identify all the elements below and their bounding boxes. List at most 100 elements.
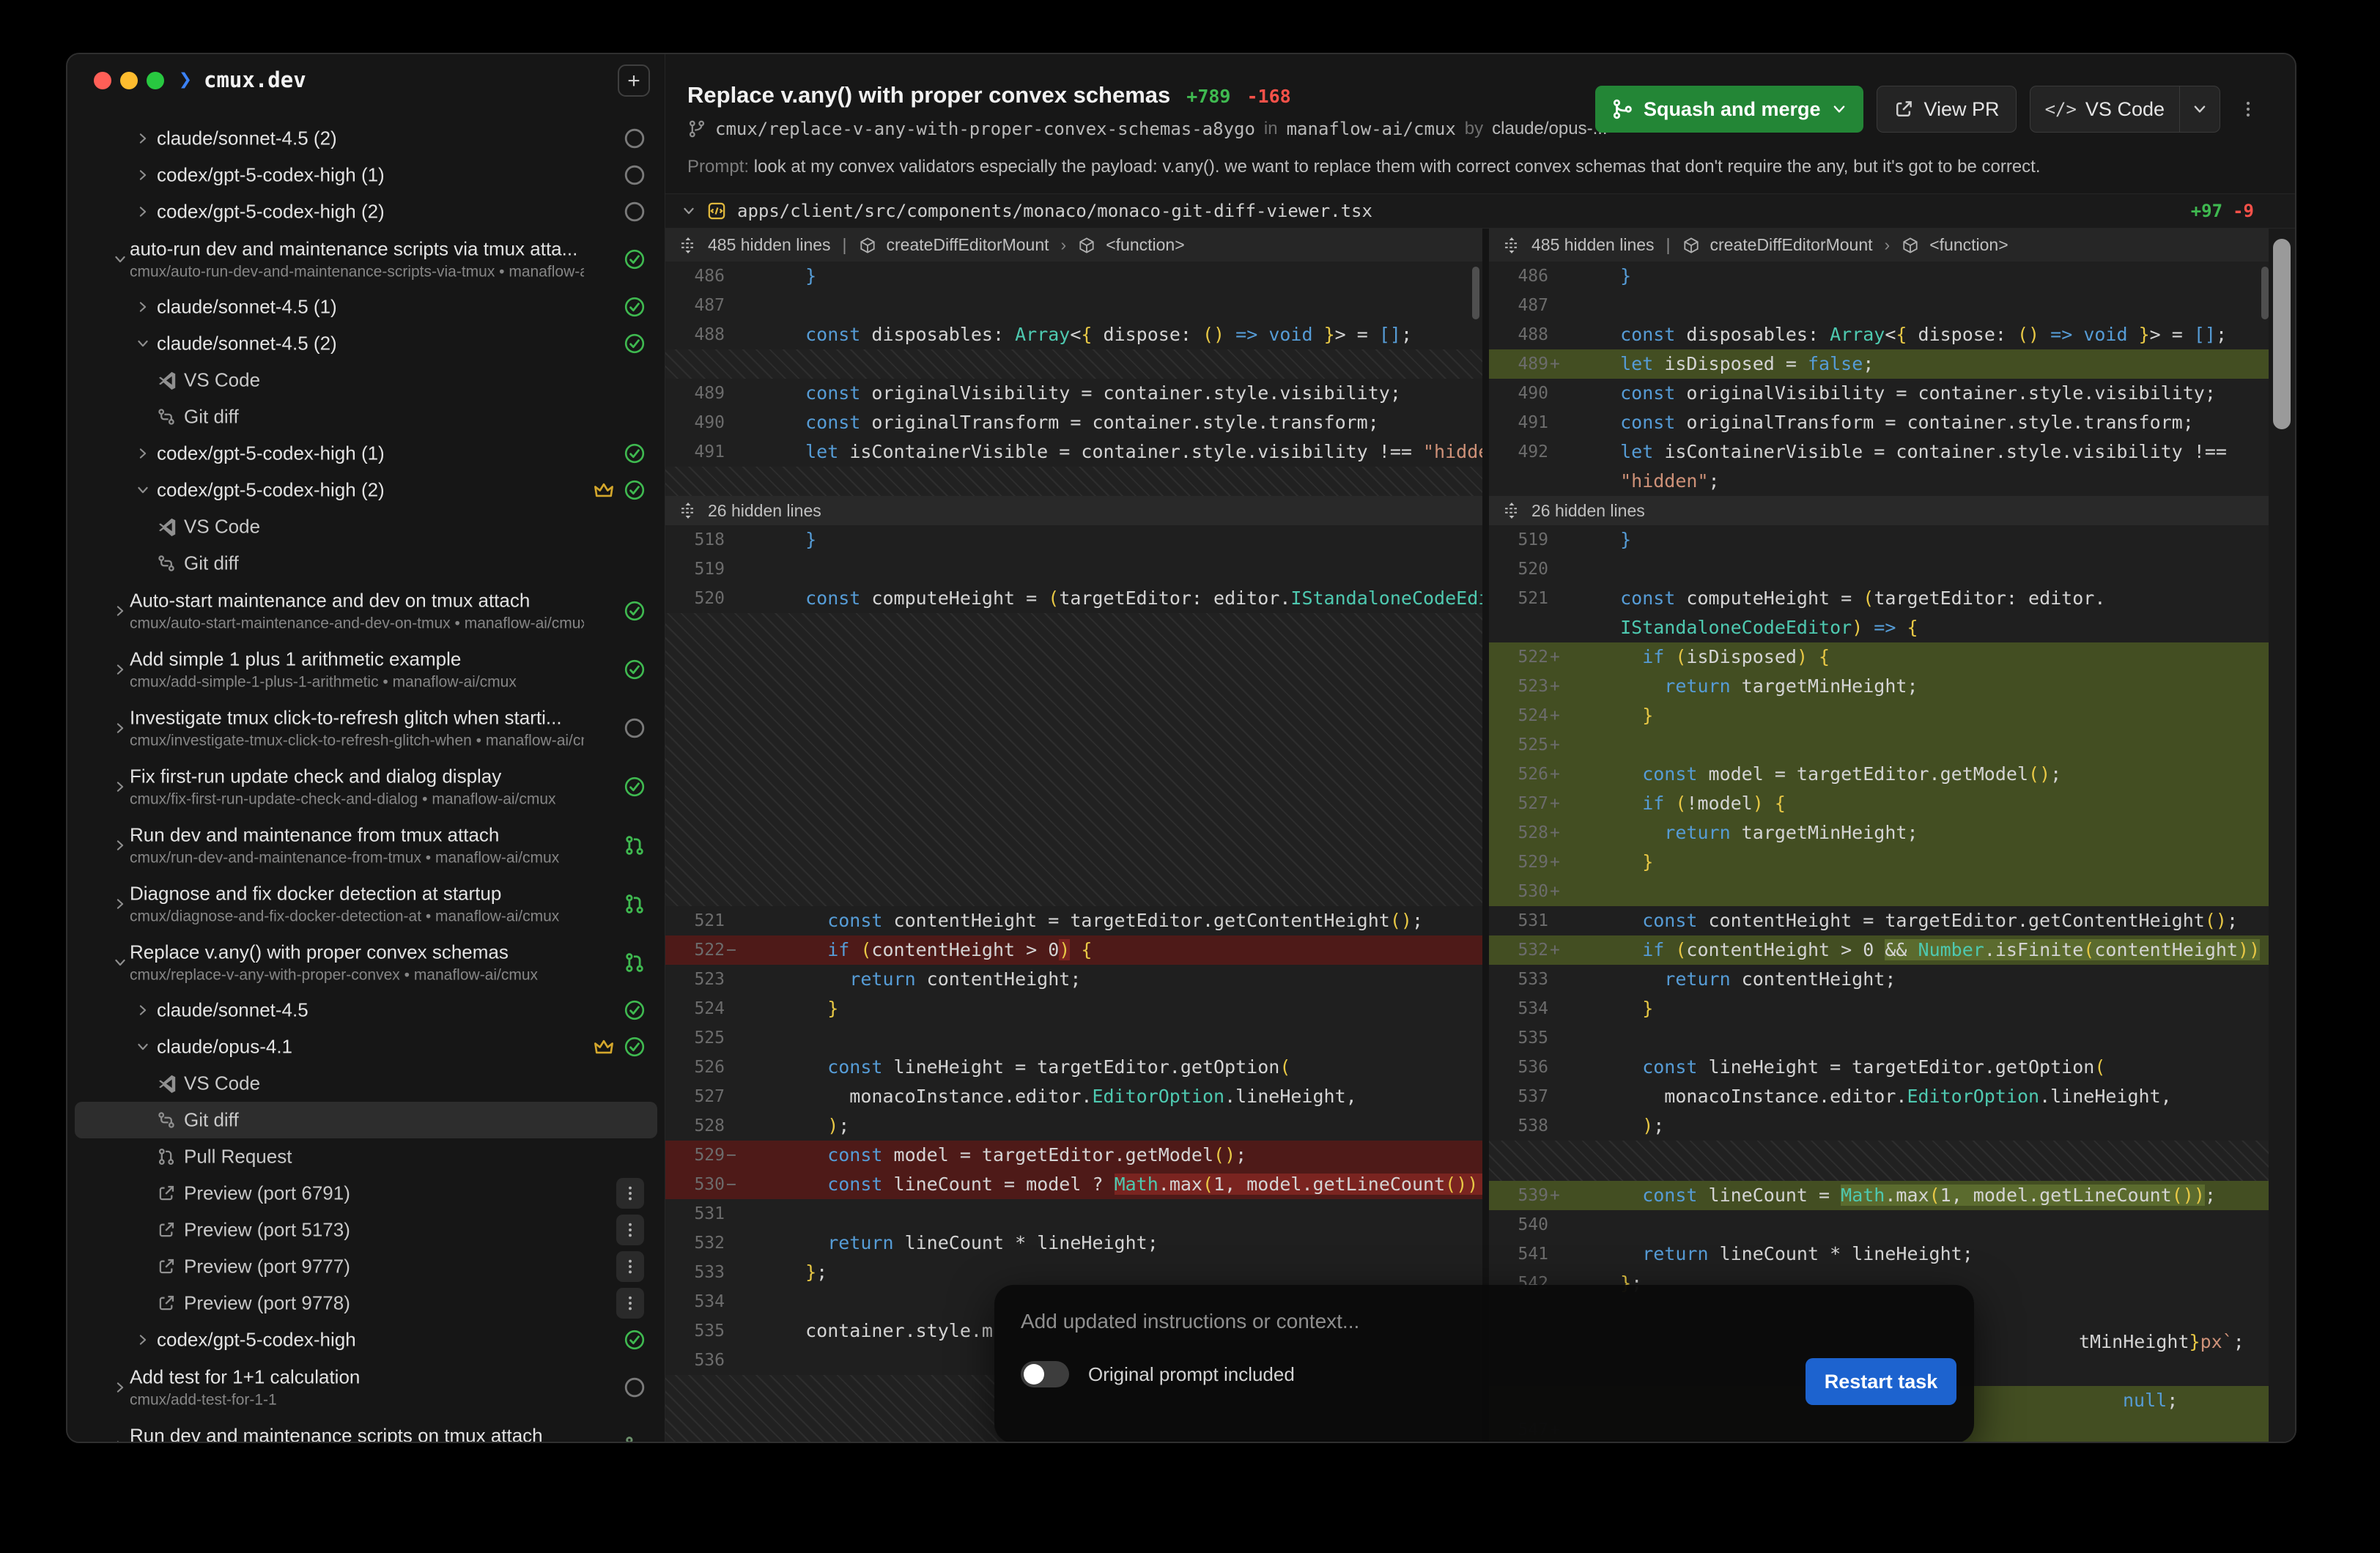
line-number: 531 xyxy=(1489,906,1548,935)
chevron-right-icon[interactable] xyxy=(136,168,150,182)
line-number: 529 xyxy=(665,1141,725,1170)
preview-item[interactable]: Preview (port 9777) xyxy=(67,1248,665,1285)
window-minimize-button[interactable] xyxy=(120,72,138,89)
window-zoom-button[interactable] xyxy=(147,72,164,89)
status-complete-icon xyxy=(624,600,646,622)
tool-item[interactable]: VS Code xyxy=(67,508,665,545)
chevron-right-icon[interactable] xyxy=(113,1380,128,1395)
chevron-right-icon[interactable] xyxy=(136,1003,150,1018)
squash-and-merge-button[interactable]: Squash and merge xyxy=(1595,86,1863,133)
hidden-lines-bar[interactable]: 26 hidden lines xyxy=(665,496,1482,525)
window-close-button[interactable] xyxy=(94,72,111,89)
header-overflow-menu-button[interactable] xyxy=(2233,86,2263,133)
scrollbar[interactable] xyxy=(2269,229,2295,1442)
view-pr-button[interactable]: View PR xyxy=(1877,86,2017,133)
task-item[interactable]: Diagnose and fix docker detection at sta… xyxy=(67,875,665,933)
chevron-right-icon[interactable] xyxy=(136,131,150,146)
chevron-right-icon[interactable] xyxy=(136,204,150,219)
editor-scrollbar-thumb[interactable] xyxy=(2261,267,2269,319)
task-item[interactable]: Auto-start maintenance and dev on tmux a… xyxy=(67,582,665,640)
chevron-down-icon[interactable] xyxy=(113,252,128,267)
new-task-button[interactable]: + xyxy=(618,64,650,97)
scrollbar-thumb[interactable] xyxy=(2273,239,2291,429)
agent-branch-item[interactable]: claude/sonnet-4.5 (1) xyxy=(67,289,665,325)
preview-menu-button[interactable] xyxy=(616,1215,644,1245)
task-list: claude/sonnet-4.5 (2)codex/gpt-5-codex-h… xyxy=(67,120,665,1442)
vscode-dropdown-button[interactable] xyxy=(2180,86,2220,132)
hidden-lines-bar[interactable]: 26 hidden lines xyxy=(1489,496,2272,525)
item-label: Fix first-run update check and dialog di… xyxy=(130,766,584,788)
chevron-down-icon[interactable] xyxy=(113,955,128,970)
agent-branch-item[interactable]: claude/sonnet-4.5 (2) xyxy=(67,120,665,157)
tool-item[interactable]: VS Code xyxy=(67,362,665,399)
task-item[interactable]: Run dev and maintenance scripts on tmux … xyxy=(67,1417,665,1442)
tool-item[interactable]: Pull Request xyxy=(67,1138,665,1175)
chevron-right-icon[interactable] xyxy=(113,779,128,794)
agent-name[interactable]: claude/opus-... xyxy=(1492,119,1607,139)
item-sublabel: cmux/add-simple-1-plus-1-arithmetic • ma… xyxy=(130,674,584,692)
chevron-down-icon[interactable] xyxy=(136,336,150,351)
diff-modified-pane[interactable]: 485 hidden lines|createDiffEditorMount›<… xyxy=(1489,229,2272,1442)
file-header[interactable]: apps/client/src/components/monaco/monaco… xyxy=(665,193,2295,229)
task-item[interactable]: Run dev and maintenance from tmux attach… xyxy=(67,816,665,875)
hidden-lines-header[interactable]: 485 hidden lines|createDiffEditorMount›<… xyxy=(1489,229,2272,262)
line-number: 522 xyxy=(1489,642,1548,672)
chevron-right-icon[interactable] xyxy=(136,446,150,461)
task-item[interactable]: Add simple 1 plus 1 arithmetic examplecm… xyxy=(67,640,665,699)
chevron-right-icon[interactable] xyxy=(113,662,128,677)
preview-menu-button[interactable] xyxy=(616,1178,644,1209)
instructions-input[interactable]: Add updated instructions or context... xyxy=(1021,1310,1359,1333)
task-item[interactable]: auto-run dev and maintenance scripts via… xyxy=(67,230,665,289)
chevron-right-icon[interactable] xyxy=(113,897,128,911)
chevron-right-icon[interactable] xyxy=(136,1333,150,1347)
task-item[interactable]: Investigate tmux click-to-refresh glitch… xyxy=(67,699,665,757)
task-item[interactable]: Add test for 1+1 calculationcmux/add-tes… xyxy=(67,1358,665,1417)
agent-branch-item[interactable]: claude/opus-4.1 xyxy=(67,1028,665,1065)
chevron-down-icon[interactable] xyxy=(1831,101,1847,117)
chevron-right-icon[interactable] xyxy=(113,721,128,735)
preview-item[interactable]: Preview (port 5173) xyxy=(67,1212,665,1248)
chevron-down-icon[interactable] xyxy=(136,1039,150,1054)
chevron-right-icon[interactable] xyxy=(113,604,128,618)
agent-branch-item[interactable]: codex/gpt-5-codex-high (1) xyxy=(67,435,665,472)
code-line: 486 } xyxy=(665,262,1482,291)
line-number: 535 xyxy=(665,1316,725,1346)
line-number: 536 xyxy=(665,1346,725,1375)
agent-branch-item[interactable]: codex/gpt-5-codex-high (2) xyxy=(67,472,665,508)
chevron-down-icon[interactable] xyxy=(136,483,150,497)
squash-merge-label: Squash and merge xyxy=(1644,98,1821,121)
preview-menu-button[interactable] xyxy=(616,1288,644,1319)
editor-scrollbar-thumb[interactable] xyxy=(1472,267,1479,319)
diff-original-pane[interactable]: 485 hidden lines|createDiffEditorMount›<… xyxy=(665,229,1482,1442)
agent-branch-item[interactable]: codex/gpt-5-codex-high xyxy=(67,1322,665,1358)
code-line: 536 const lineHeight = targetEditor.getO… xyxy=(1489,1053,2272,1082)
preview-item[interactable]: Preview (port 6791) xyxy=(67,1175,665,1212)
tool-item[interactable]: Git diff xyxy=(67,399,665,435)
chevron-right-icon[interactable] xyxy=(113,838,128,853)
code-line: 527 monacoInstance.editor.EditorOption.l… xyxy=(665,1082,1482,1111)
chevron-down-icon[interactable] xyxy=(681,204,696,218)
chevron-right-icon[interactable] xyxy=(136,300,150,314)
line-number: 528 xyxy=(1489,818,1548,848)
task-item[interactable]: Fix first-run update check and dialog di… xyxy=(67,757,665,816)
agent-branch-item[interactable]: codex/gpt-5-codex-high (2) xyxy=(67,193,665,230)
tool-item[interactable]: Git diff xyxy=(67,545,665,582)
agent-branch-item[interactable]: codex/gpt-5-codex-high (1) xyxy=(67,157,665,193)
task-item[interactable]: Replace v.any() with proper convex schem… xyxy=(67,933,665,992)
tool-item[interactable]: Git diff xyxy=(75,1102,657,1138)
preview-menu-button[interactable] xyxy=(616,1251,644,1282)
hidden-lines-header[interactable]: 485 hidden lines|createDiffEditorMount›<… xyxy=(665,229,1482,262)
restart-task-button[interactable]: Restart task xyxy=(1806,1358,1956,1405)
agent-branch-item[interactable]: claude/sonnet-4.5 xyxy=(67,992,665,1028)
repo-name[interactable]: manaflow-ai/cmux xyxy=(1287,119,1456,139)
preview-item[interactable]: Preview (port 9778) xyxy=(67,1285,665,1322)
original-prompt-toggle[interactable] xyxy=(1021,1361,1069,1387)
chevron-right-icon[interactable] xyxy=(113,1439,128,1442)
code-line: 526 const lineHeight = targetEditor.getO… xyxy=(665,1053,1482,1082)
open-vscode-button[interactable]: </> VS Code xyxy=(2030,86,2179,132)
tool-item[interactable]: VS Code xyxy=(67,1065,665,1102)
status-pr-icon xyxy=(624,1435,646,1442)
code-icon: </> xyxy=(2045,99,2077,119)
hidden-lines-count: 485 hidden lines xyxy=(1531,235,1655,255)
agent-branch-item[interactable]: claude/sonnet-4.5 (2) xyxy=(67,325,665,362)
